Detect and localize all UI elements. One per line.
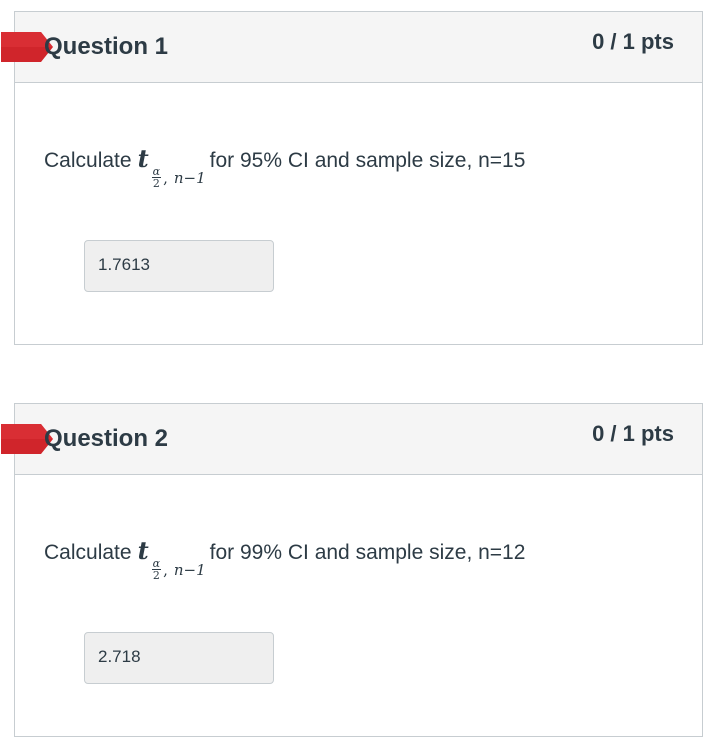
prompt-tail: for 99% CI and sample size, n=12 xyxy=(209,541,526,564)
question-1-card: Question 1 0 / 1 pts Calculate t α 2 , n… xyxy=(1,11,703,345)
math-two: 2 xyxy=(152,177,160,190)
question-header: Question 1 0 / 1 pts xyxy=(1,12,702,83)
math-t: t xyxy=(137,536,149,565)
math-subscript: α 2 , n−1 xyxy=(151,166,206,190)
question-2-card: Question 2 0 / 1 pts Calculate t α 2 , n… xyxy=(1,403,703,737)
math-expression: t α 2 , n−1 xyxy=(137,144,206,189)
question-points: 0 / 1 pts xyxy=(592,421,674,446)
question-title: Question 2 xyxy=(44,425,169,452)
question-points: 0 / 1 pts xyxy=(592,29,674,54)
question-prompt: Calculate t α 2 , n−1 for 99% CI and sam… xyxy=(44,536,526,581)
question-title: Question 1 xyxy=(44,33,169,60)
answer-input[interactable]: 1.7613 xyxy=(84,240,274,292)
math-two: 2 xyxy=(152,569,160,582)
math-t: t xyxy=(137,144,149,173)
question-prompt: Calculate t α 2 , n−1 for 95% CI and sam… xyxy=(44,144,526,189)
math-expression: t α 2 , n−1 xyxy=(137,536,206,581)
prompt-lead: Calculate xyxy=(44,149,132,172)
math-n-minus-1: n−1 xyxy=(173,168,206,187)
math-n-minus-1: n−1 xyxy=(173,560,206,579)
math-fraction: α 2 xyxy=(151,166,162,190)
prompt-lead: Calculate xyxy=(44,541,132,564)
answer-input[interactable]: 2.718 xyxy=(84,632,274,684)
math-comma: , xyxy=(163,560,168,579)
math-fraction: α 2 xyxy=(151,558,162,582)
question-header: Question 2 0 / 1 pts xyxy=(1,404,702,475)
math-subscript: α 2 , n−1 xyxy=(151,558,206,582)
prompt-tail: for 95% CI and sample size, n=15 xyxy=(209,149,526,172)
math-comma: , xyxy=(163,168,168,187)
